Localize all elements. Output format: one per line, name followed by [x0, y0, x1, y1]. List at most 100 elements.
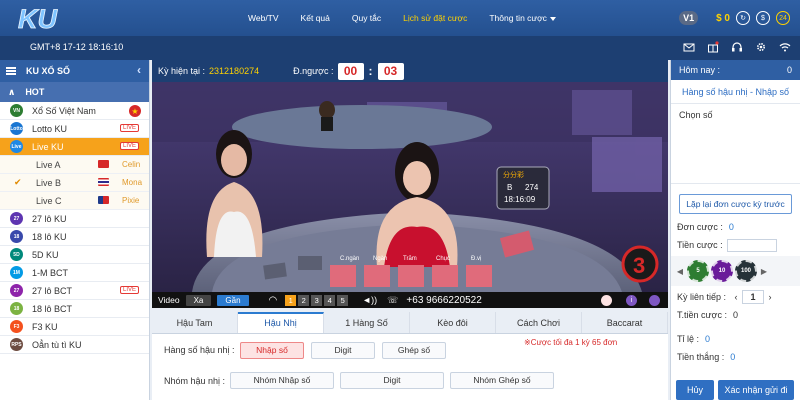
sidebar-game-item[interactable]: 27 27 lô BCT LIVE [0, 282, 149, 300]
headset-icon[interactable] [730, 40, 744, 54]
game-logo-icon: 5D [10, 248, 23, 261]
sidebar-game-item[interactable]: F3 F3 KU [0, 318, 149, 336]
menu-icon[interactable] [6, 67, 16, 75]
countdown-label: Đ.ngược : [293, 66, 334, 76]
enter-number-button[interactable]: Nhập số [240, 342, 304, 359]
tab-1-hang-so[interactable]: 1 Hàng Số [324, 312, 410, 333]
check-icon: ✔ [14, 177, 22, 187]
bet-amount-input[interactable] [726, 238, 777, 252]
view-near-button[interactable]: Gần [217, 294, 249, 306]
refresh-icon[interactable]: ↻ [736, 11, 750, 25]
odds-value: 0 [705, 334, 711, 344]
tw-flag-icon [98, 196, 109, 204]
nav-results[interactable]: Kết quả [301, 13, 330, 23]
info-icon[interactable]: i [626, 294, 637, 306]
tab-cach-choi[interactable]: Cách Chơi [496, 312, 582, 333]
tab-keo-doi[interactable]: Kèo đôi [410, 312, 496, 333]
odds-label: Tỉ lệ : [677, 334, 700, 344]
cancel-button[interactable]: Hủy [676, 380, 714, 400]
scoreboard-title: 分分彩 [503, 170, 524, 179]
live-room-item[interactable]: Live A Celin [0, 156, 149, 174]
big-countdown: 3 [621, 245, 659, 283]
chevron-right-icon[interactable]: ▶ [759, 267, 769, 276]
chevron-left-icon[interactable]: ◀ [675, 267, 685, 276]
chip-100[interactable]: 100 [735, 260, 757, 282]
decrement-button[interactable]: ‹ [730, 290, 742, 304]
server-clock: GMT+8 17-12 18:16:10 [30, 42, 124, 52]
camera-1-button[interactable]: 1 [285, 294, 297, 306]
nav-web-tv[interactable]: Web/TV [248, 13, 279, 23]
chip-5[interactable]: 5 [687, 260, 709, 282]
clock-badge-icon[interactable]: 24 [776, 11, 790, 25]
row1-label: Hàng số hậu nhị : [164, 345, 235, 355]
bet-amount-row: Tiền cược : [671, 236, 800, 254]
group-digit-button[interactable]: Digit [340, 372, 444, 389]
consecutive-periods-row: Kỳ liên tiếp : ‹ 1 › [671, 288, 800, 306]
sidebar-game-item[interactable]: 18 18 lô BCT [0, 300, 149, 318]
sidebar-game-label: 27 lô KU [32, 213, 67, 224]
wifi-icon[interactable] [778, 40, 792, 54]
mail-icon[interactable] [682, 40, 696, 54]
confirm-send-button[interactable]: Xác nhận gửi đi [718, 380, 794, 400]
vip-level-badge[interactable]: V1 [679, 11, 699, 25]
live-room-list: Live A Celin ✔ Live B Mona Live C Pixie [0, 156, 149, 210]
ku-logo[interactable]: KU [16, 2, 80, 34]
sidebar-group-hot[interactable]: ∧ HOT [0, 82, 149, 102]
camera-2-button[interactable]: 2 [298, 294, 310, 306]
sidebar-game-label: 18 lô KU [32, 231, 67, 242]
digit-button[interactable]: Digit [311, 342, 375, 359]
scoreboard-number: 274 [525, 183, 539, 192]
balance-value: $ 0 [716, 12, 730, 24]
live-badge: LIVE [119, 286, 139, 294]
nav-rules[interactable]: Quy tắc [352, 13, 381, 23]
vietnam-flag-icon: ★ [129, 105, 141, 117]
group-enter-number-button[interactable]: Nhóm Nhập số [230, 372, 334, 389]
video-label: Video [158, 295, 180, 305]
signal-icon: ◠ [268, 294, 278, 306]
order-count-row: Đơn cược : 0 [671, 218, 800, 236]
sidebar-game-item[interactable]: 27 27 lô KU [0, 210, 149, 228]
gift-icon[interactable] [706, 40, 720, 54]
sidebar-game-item[interactable]: 1M 1-M BCT [0, 264, 149, 282]
collapse-sidebar-icon[interactable]: ‹ [137, 63, 141, 77]
sidebar-game-item[interactable]: RPS Oẳn tù tì KU [0, 336, 149, 354]
live-video[interactable]: C.ngàn Ngàn Trăm Chục Đ.vị 分分彩 B 274 18:… [152, 82, 668, 292]
periods-value[interactable]: 1 [742, 290, 765, 304]
chat-icon[interactable] [601, 294, 612, 306]
transfer-icon[interactable]: $ [756, 11, 770, 25]
combine-number-button[interactable]: Ghép số [382, 342, 446, 359]
hotline-number: +63 9666220522 [406, 294, 482, 306]
sidebar-game-item[interactable]: 5D 5D KU [0, 246, 149, 264]
camera-4-button[interactable]: 4 [324, 294, 336, 306]
settings-icon[interactable] [754, 40, 768, 54]
table-label-1: Ngàn [373, 256, 387, 262]
repeat-last-bet-button[interactable]: Lặp lại đơn cược kỳ trước [679, 194, 792, 214]
view-far-button[interactable]: Xa [185, 294, 212, 306]
record-icon[interactable] [649, 294, 660, 306]
bet-amount-label: Tiền cược : [677, 240, 723, 250]
volume-icon[interactable]: ◄)) [362, 295, 377, 305]
dealer-name: Mona [122, 178, 143, 187]
nav-bet-info[interactable]: Thông tin cược [489, 13, 556, 23]
nav-bet-history[interactable]: Lịch sử đặt cược [403, 13, 467, 23]
sidebar-hot-item[interactable]: Live Live KU LIVE [0, 138, 149, 156]
sidebar-hot-item[interactable]: VN Xổ Số Việt Nam ★ [0, 102, 149, 120]
chip-10[interactable]: 10 [711, 260, 733, 282]
increment-button[interactable]: › [764, 290, 776, 304]
live-room-item[interactable]: Live C Pixie [0, 192, 149, 210]
chip-selector: ◀ 5 10 100 ▶ [671, 256, 800, 286]
number-selection-area[interactable]: Chọn số [671, 104, 800, 184]
camera-5-button[interactable]: 5 [337, 294, 349, 306]
group-combine-number-button[interactable]: Nhóm Ghép số [450, 372, 554, 389]
dealer-name: Celin [122, 160, 141, 169]
win-amount-label: Tiền thắng : [677, 352, 725, 362]
live-room-item[interactable]: ✔ Live B Mona [0, 174, 149, 192]
max-bet-note: ※Cược tối đa 1 kỳ 65 đơn [524, 338, 618, 347]
sidebar-game-item[interactable]: 18 18 lô KU [0, 228, 149, 246]
sidebar-game-label: 27 lô BCT [32, 285, 73, 296]
sidebar-hot-item[interactable]: Lotto Lotto KU LIVE [0, 120, 149, 138]
tab-hau-tam[interactable]: Hậu Tam [152, 312, 238, 333]
camera-3-button[interactable]: 3 [311, 294, 323, 306]
tab-baccarat[interactable]: Baccarat [582, 312, 668, 333]
tab-hau-nhi[interactable]: Hậu Nhị [238, 312, 324, 333]
